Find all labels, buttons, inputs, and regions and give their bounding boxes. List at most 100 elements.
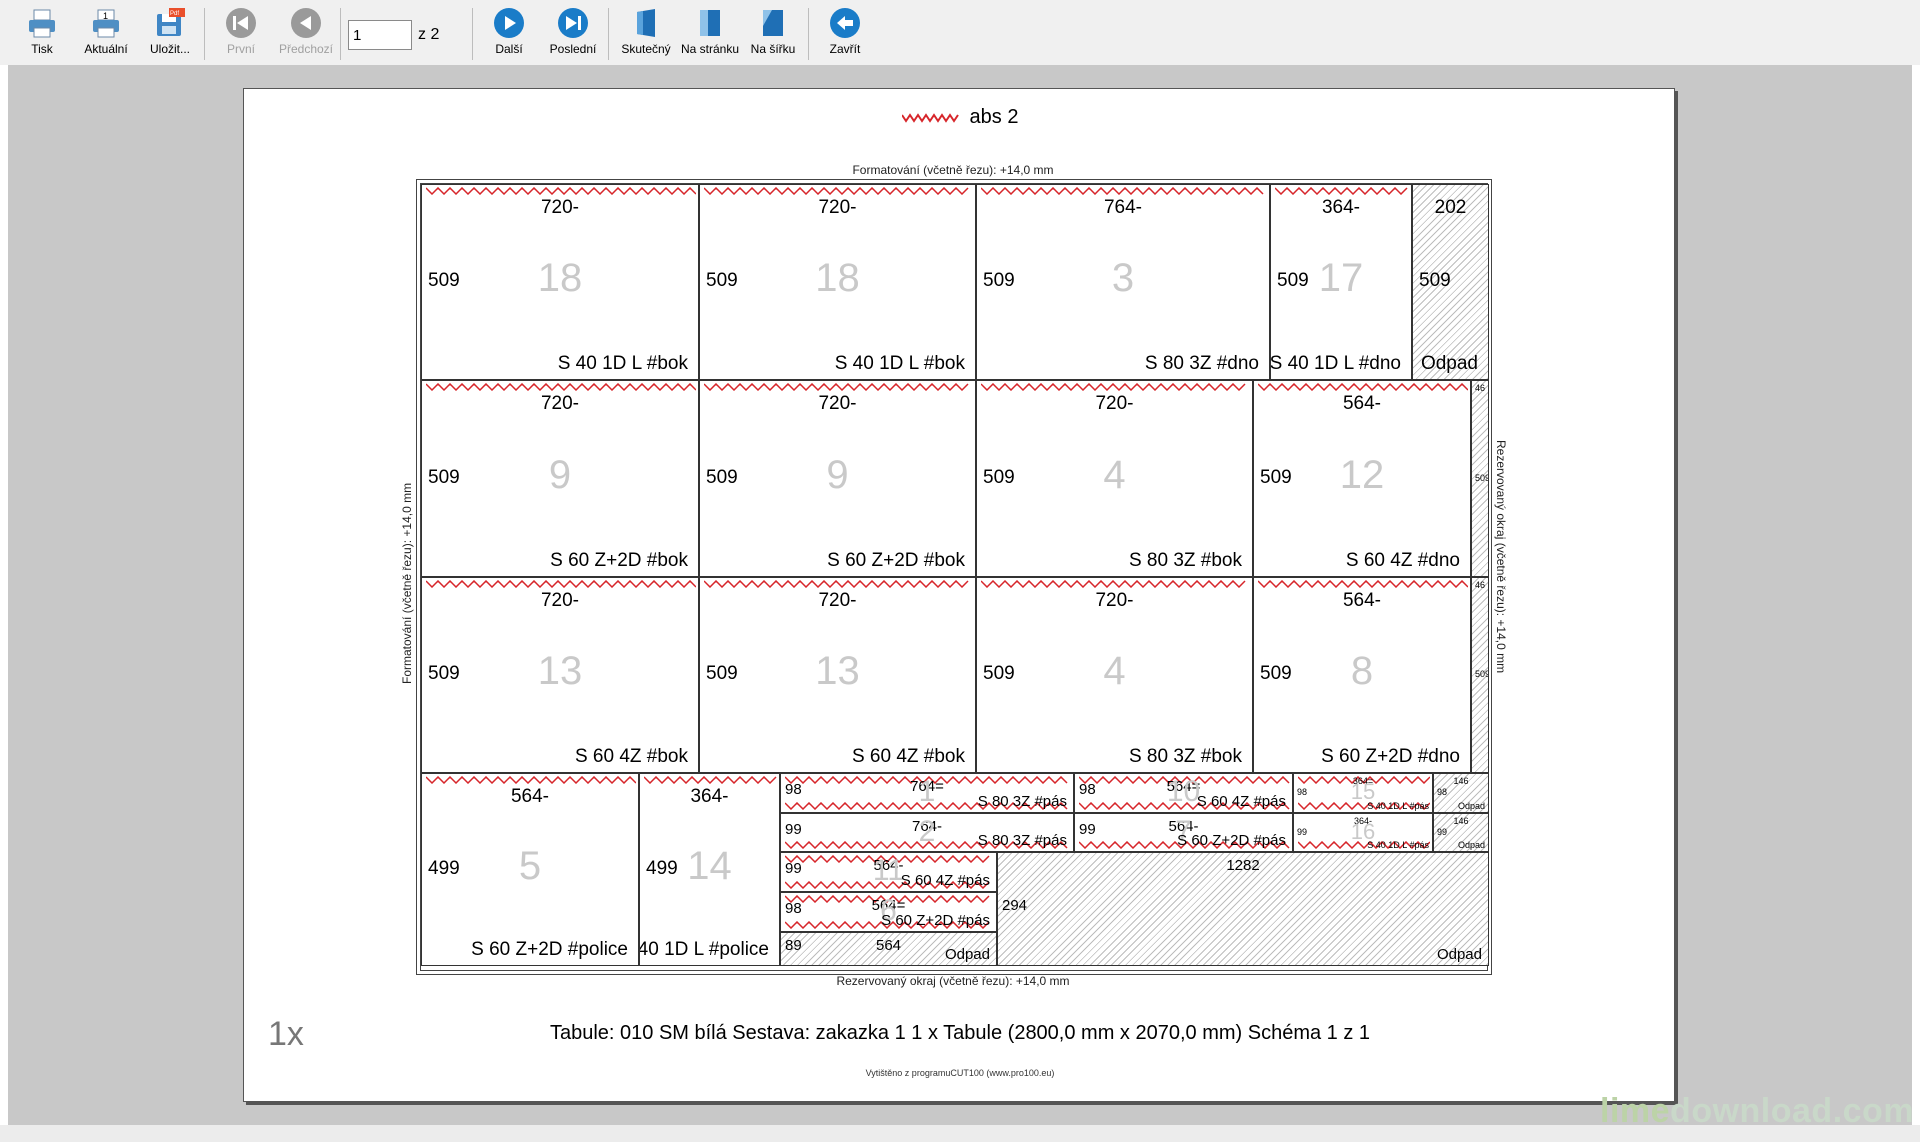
part-width: 46 xyxy=(1474,580,1485,590)
part-label: S 80 3Z #bok xyxy=(1128,550,1242,571)
part-label: Odpad xyxy=(1457,840,1485,850)
part-width: 46 xyxy=(1474,383,1485,393)
save-button[interactable]: Pdf Uložit... xyxy=(146,6,194,56)
part-width: 720- xyxy=(540,393,580,414)
edge-band-mark xyxy=(1258,580,1468,588)
first-page-button[interactable]: První xyxy=(218,6,264,56)
part-height: 99 xyxy=(1437,826,1448,837)
waste-piece: 146 98 Odpad xyxy=(1433,773,1489,813)
right-caption: Rezervovaný okraj (včetně řezu): +14,0 m… xyxy=(1494,440,1508,674)
part-label: S 60 Z+2D #bok xyxy=(550,550,688,571)
part-width: 564- xyxy=(510,786,550,807)
part-width: 364- xyxy=(1321,197,1361,218)
last-page-button[interactable]: Poslední xyxy=(546,6,600,56)
cut-part: 564- 509 8 S 60 Z+2D #dno xyxy=(1253,577,1471,773)
edge-band-mark xyxy=(1258,383,1468,391)
part-label: S 40 1D L #bok xyxy=(834,353,965,374)
bottom-caption: Rezervovaný okraj (včetně řezu): +14,0 m… xyxy=(836,974,1070,988)
edge-band-mark xyxy=(426,580,696,588)
part-width: 720- xyxy=(540,590,580,611)
close-label: Zavřít xyxy=(829,42,861,56)
waste-piece: 46 509 xyxy=(1471,577,1489,773)
fit-width-label: Na šířku xyxy=(750,42,796,56)
cut-part: 564- 509 12 S 60 4Z #dno xyxy=(1253,380,1471,577)
cut-part: 564- 99 11 S 60 4Z #pás xyxy=(780,852,997,892)
cut-part: 564= 98 10 S 60 4Z #pás xyxy=(1074,773,1293,813)
part-width: 146 xyxy=(1453,776,1469,786)
document-title: abs 2 xyxy=(0,106,1920,129)
print-button[interactable]: Tisk xyxy=(20,6,64,56)
toolbar-separator xyxy=(808,8,809,60)
previous-page-label: Předchozí xyxy=(278,42,334,56)
part-width: 720- xyxy=(1095,393,1134,414)
refresh-printer-icon: 1 xyxy=(93,9,119,38)
cut-part: 764- 99 2 S 80 3Z #pás xyxy=(780,813,1074,852)
part-height: 294 xyxy=(1002,897,1028,914)
part-label: S 80 3Z #bok xyxy=(1128,746,1242,767)
sheet-summary: Tabule: 010 SM bílá Sestava: zakazka 1 1… xyxy=(549,1022,1371,1044)
part-height: 509 xyxy=(1475,472,1489,483)
edge-band-mark xyxy=(981,187,1264,195)
footer-note: Vytištěno z programuCUT100 (www.pro100.e… xyxy=(865,1068,1055,1078)
back-arrow-icon xyxy=(830,8,860,38)
edge-band-mark xyxy=(426,187,696,195)
part-label: S 60 Z+2D #pás xyxy=(881,912,990,929)
page-count-label: z 2 xyxy=(418,26,440,43)
close-button[interactable]: Zavřít xyxy=(822,6,868,56)
toolbar: Tisk 1 Aktuální Pdf Uložit... První Před… xyxy=(0,0,1920,65)
next-page-button[interactable]: Další xyxy=(486,6,532,56)
cut-part: 364- 509 17 S 40 1D L #dno xyxy=(1270,184,1412,380)
cut-part: 720- 509 4 S 80 3Z #bok xyxy=(976,577,1253,773)
cut-part: 564- 99 7 S 60 Z+2D #pás xyxy=(1074,813,1293,852)
edge-band-mark xyxy=(981,383,1246,391)
actual-size-label: Skutečný xyxy=(621,42,671,56)
actual-size-button[interactable]: Skutečný xyxy=(618,6,674,56)
printer-icon xyxy=(29,9,55,38)
toolbar-separator xyxy=(204,8,205,60)
previous-page-button[interactable]: Předchozí xyxy=(278,6,334,56)
fit-width-icon xyxy=(763,10,783,36)
edge-band-mark xyxy=(426,383,696,391)
refresh-label: Aktuální xyxy=(84,42,128,56)
part-label: S 40 1D L #police xyxy=(639,939,769,960)
fit-page-icon xyxy=(700,10,720,36)
first-page-icon xyxy=(226,8,256,38)
part-label: S 60 Z+2D #pás xyxy=(1177,832,1286,849)
first-page-label: První xyxy=(226,42,255,56)
waste-piece: 146 99 Odpad xyxy=(1433,813,1489,852)
part-label: Odpad xyxy=(1436,946,1482,963)
edge-band-mark xyxy=(426,776,636,784)
svg-text:1: 1 xyxy=(103,11,108,21)
part-number: 9 xyxy=(548,452,572,497)
part-label: S 60 Z+2D #police xyxy=(471,939,628,960)
part-label: S 60 4Z #pás xyxy=(900,872,990,889)
cut-part: 764- 509 3 S 80 3Z #dno xyxy=(976,184,1270,380)
page-number-input[interactable]: 1 xyxy=(348,20,412,50)
part-number: 8 xyxy=(1350,649,1374,693)
next-page-icon xyxy=(494,8,524,38)
fit-width-button[interactable]: Na šířku xyxy=(748,6,798,56)
part-number: 13 xyxy=(815,649,860,693)
cut-part: 564- 499 5 S 60 Z+2D #police xyxy=(421,773,639,966)
part-label: S 80 3Z #dno xyxy=(1144,353,1259,374)
part-number: 5 xyxy=(518,843,542,888)
part-number: 3 xyxy=(1111,256,1135,300)
cut-part: 720- 509 9 S 60 Z+2D #bok xyxy=(421,380,699,577)
part-width: 720- xyxy=(818,197,857,218)
watermark-part: lime xyxy=(1600,1092,1671,1130)
edge-band-icon xyxy=(901,112,959,123)
part-label: S 80 3Z #pás xyxy=(977,793,1067,810)
part-width: 146 xyxy=(1453,816,1469,826)
part-label: S 40 1D L #bok xyxy=(557,353,688,374)
part-number: 9 xyxy=(826,452,849,497)
svg-text:Pdf: Pdf xyxy=(170,11,179,17)
part-label: S 40 1D L #pás xyxy=(1367,801,1429,811)
refresh-button[interactable]: 1 Aktuální xyxy=(80,6,132,56)
part-height: 509 xyxy=(1475,669,1489,679)
edge-band-mark xyxy=(644,776,777,784)
part-label: Odpad xyxy=(1457,801,1485,811)
watermark-part: download.com xyxy=(1670,1092,1915,1130)
cut-part: 364-49914S 40 1D L #police xyxy=(639,773,780,966)
part-label: Odpad xyxy=(944,946,990,963)
fit-page-button[interactable]: Na stránku xyxy=(678,6,742,56)
